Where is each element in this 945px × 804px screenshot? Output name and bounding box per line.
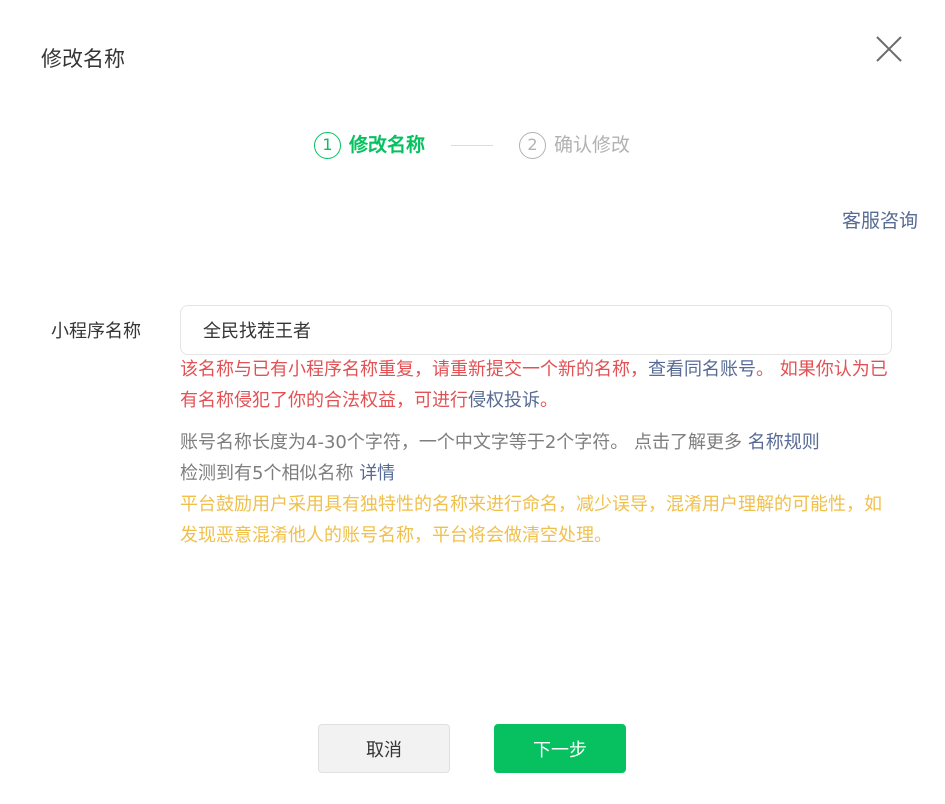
name-length-hint: 账号名称长度为4-30个字符，一个中文字等于2个字符。 点击了解更多 名称规则 … [180, 427, 892, 489]
view-same-name-link[interactable]: 查看同名账号 [648, 359, 756, 380]
rename-dialog: 修改名称 1 修改名称 2 确认修改 客服咨询 小程序名称 该名称与已有小程序名… [0, 0, 945, 804]
step-1: 1 修改名称 [314, 131, 425, 159]
duplicate-name-error: 该名称与已有小程序名称重复，请重新提交一个新的名称，查看同名账号。 如果你认为已… [180, 354, 892, 416]
error-text-1: 该名称与已有小程序名称重复，请重新提交一个新的名称， [180, 359, 648, 380]
close-icon [876, 36, 902, 62]
naming-warning: 平台鼓励用户采用具有独特性的名称来进行命名，减少误导，混淆用户理解的可能性，如发… [180, 494, 882, 546]
length-rule-line: 账号名称长度为4-30个字符，一个中文字等于2个字符。 点击了解更多 名称规则 [180, 427, 892, 458]
name-rules-link[interactable]: 名称规则 [748, 432, 820, 453]
step-2: 2 确认修改 [519, 131, 630, 159]
close-button[interactable] [872, 32, 906, 66]
step-1-label: 修改名称 [349, 134, 426, 156]
step-2-label: 确认修改 [554, 134, 631, 156]
step-2-number: 2 [519, 131, 547, 159]
length-rule-text: 账号名称长度为4-30个字符，一个中文字等于2个字符。 点击了解更多 [180, 432, 743, 453]
similar-names-text: 检测到有5个相似名称 [180, 463, 354, 484]
similar-names-line: 检测到有5个相似名称 详情 [180, 458, 892, 489]
error-text-3: 。 [540, 390, 558, 411]
step-indicator: 1 修改名称 2 确认修改 [314, 131, 630, 159]
name-input[interactable] [180, 305, 892, 355]
dialog-title: 修改名称 [41, 47, 125, 71]
next-step-button[interactable]: 下一步 [494, 724, 626, 773]
step-divider [451, 144, 494, 146]
name-field-label: 小程序名称 [51, 321, 141, 342]
similar-names-details-link[interactable]: 详情 [359, 463, 395, 484]
customer-service-link[interactable]: 客服咨询 [842, 208, 918, 234]
infringement-complaint-link[interactable]: 侵权投诉 [468, 390, 540, 411]
cancel-button[interactable]: 取消 [318, 724, 450, 773]
step-1-number: 1 [314, 131, 341, 159]
